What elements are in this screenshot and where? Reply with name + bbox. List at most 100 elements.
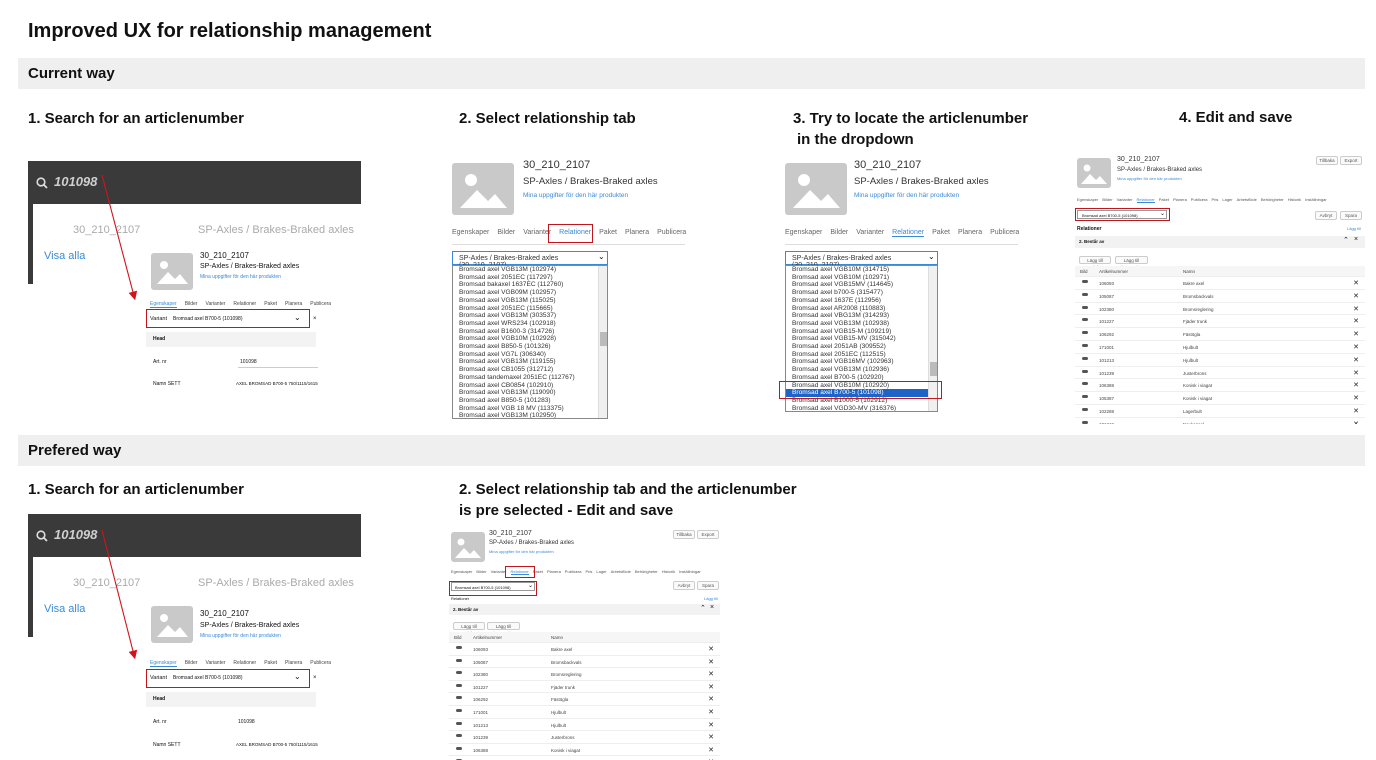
spara-button[interactable]: Spara	[697, 581, 719, 590]
tab-varianter[interactable]: Varianter	[856, 229, 884, 236]
tab-item[interactable]: Bilder	[1102, 197, 1112, 202]
remove-row-icon[interactable]: ✕	[1353, 356, 1359, 364]
avbryt-button[interactable]: Avbryt	[673, 581, 695, 590]
scrollbar[interactable]	[598, 266, 607, 418]
tab-item[interactable]: Historik	[1288, 197, 1301, 202]
dropdown-option[interactable]: Bromsad axel VGB13M (119090)	[453, 389, 607, 397]
tab-item[interactable]: Inställningar	[1305, 197, 1327, 202]
remove-row-icon[interactable]: ✕	[1353, 343, 1359, 351]
tab-planera[interactable]: Planera	[958, 229, 982, 236]
tab-item[interactable]: Egenskaper	[1077, 197, 1098, 202]
dropdown-option[interactable]: Bromsad axel VGB10M (102971)	[786, 274, 937, 282]
tab-bilder[interactable]: Bilder	[497, 229, 515, 236]
tab-item[interactable]: Publicera	[1191, 197, 1208, 202]
tab-publicera[interactable]: Publicera	[657, 229, 686, 236]
tab-item[interactable]: Lager	[1222, 197, 1232, 202]
tab-item[interactable]: Planera	[547, 569, 561, 574]
remove-row-icon[interactable]: ✕	[708, 695, 714, 703]
dropdown-option[interactable]: Bromsad axel VGD30-MV (316376)	[786, 405, 937, 411]
add-product-button[interactable]: Lägg till produkter	[453, 622, 485, 636]
dropdown-option[interactable]: Bromsad axel B850-5 (101326)	[453, 343, 607, 351]
remove-row-icon[interactable]: ✕	[708, 721, 714, 729]
export-button[interactable]: Export	[1340, 156, 1362, 165]
tab-item[interactable]: Lager	[596, 569, 606, 574]
tab-item[interactable]: Varianter	[1117, 197, 1133, 202]
dropdown-option[interactable]: Bromsad axel VGB13M (115025)	[453, 297, 607, 305]
dropdown-option[interactable]: Bromsad axel VGB13M (102974)	[453, 266, 607, 274]
remove-row-icon[interactable]: ✕	[708, 683, 714, 691]
remove-row-icon[interactable]: ✕	[708, 708, 714, 716]
tab-paket[interactable]: Paket	[599, 229, 617, 236]
tab-item[interactable]: Historik	[662, 569, 675, 574]
remove-row-icon[interactable]: ✕	[1353, 420, 1359, 424]
tab-item[interactable]: Behörigheter	[1261, 197, 1284, 202]
remove-row-icon[interactable]: ✕	[708, 658, 714, 666]
dropdown-option[interactable]: Bromsad axel WRS234 (102918)	[453, 320, 607, 328]
tab-item[interactable]: Arbetsflöde	[611, 569, 631, 574]
dropdown-option[interactable]: Bromsad axel VGB13M (102950)	[453, 412, 607, 418]
tab-item[interactable]: Pris	[585, 569, 592, 574]
tab-item[interactable]: Inställningar	[679, 569, 701, 574]
dropdown-option[interactable]: Bromsad axel VBG13M (314293)	[786, 312, 937, 320]
product-link[interactable]: Mina uppgifter för den här produkten	[1117, 176, 1182, 181]
tab-publicera[interactable]: Publicera	[990, 229, 1019, 236]
variant-dropdown-list[interactable]: Bromsad axel VGB13M (102974) Bromsad axel…	[452, 265, 608, 419]
remove-row-icon[interactable]: ✕	[708, 645, 714, 653]
dropdown-option[interactable]: Bromsad axel VGB10M (314715)	[786, 266, 937, 274]
tab-item[interactable]: Paket	[1159, 197, 1169, 202]
remove-row-icon[interactable]: ✕	[708, 733, 714, 741]
tab-item[interactable]: Bilder	[476, 569, 486, 574]
dropdown-option[interactable]: Bromsad axel 2051EC (112515)	[786, 351, 937, 359]
tab-item[interactable]: Pris	[1211, 197, 1218, 202]
dropdown-option[interactable]: Bromsad axel 1637E (112956)	[786, 297, 937, 305]
tab-planera[interactable]: Planera	[625, 229, 649, 236]
tab-item[interactable]: Planera	[1173, 197, 1187, 202]
tab-item[interactable]: Egenskaper	[451, 569, 472, 574]
remove-row-icon[interactable]: ✕	[708, 670, 714, 678]
add-category-button[interactable]: Lägg till kategorier	[1115, 256, 1148, 270]
dropdown-option[interactable]: Bromsad axel B1600-3 (314726)	[453, 328, 607, 336]
product-link[interactable]: Mina uppgifter för den här produkten	[489, 549, 554, 554]
tab-varianter[interactable]: Varianter	[523, 229, 551, 236]
remove-row-icon[interactable]: ✕	[708, 746, 714, 754]
dropdown-option[interactable]: Bromsad axel VGB16MV (102963)	[786, 358, 937, 366]
dropdown-option[interactable]: Bromsad axel CB1055 (312712)	[453, 366, 607, 374]
tab-egenskaper[interactable]: Egenskaper	[452, 229, 489, 236]
remove-row-icon[interactable]: ✕	[1353, 292, 1359, 300]
dropdown-option[interactable]: Bromsad axel 2051EC (115665)	[453, 305, 607, 313]
dropdown-option[interactable]: Bromsad axel b700-5 (315477)	[786, 289, 937, 297]
lagg-till-link[interactable]: Lägg till	[704, 596, 718, 601]
remove-row-icon[interactable]: ✕	[1353, 330, 1359, 338]
dropdown-option[interactable]: Bromsad axel VGB 18 MV (113375)	[453, 405, 607, 413]
tab-paket[interactable]: Paket	[932, 229, 950, 236]
add-product-button[interactable]: Lägg till produkter	[1079, 256, 1111, 270]
variant-dropdown[interactable]: SP-Axles / Brakes-Braked axles (30_210_2…	[785, 251, 938, 269]
avbryt-button[interactable]: Avbryt	[1315, 211, 1337, 220]
tillbaka-button[interactable]: Tillbaka	[1316, 156, 1338, 165]
remove-row-icon[interactable]: ✕	[1353, 394, 1359, 402]
tillbaka-button[interactable]: Tillbaka	[673, 530, 695, 539]
dropdown-option[interactable]: Bromsad axel VGB13M (102936)	[786, 366, 937, 374]
chevron-up-icon[interactable]: ⌃	[1343, 236, 1349, 244]
tab-item[interactable]: Publicera	[565, 569, 582, 574]
dropdown-option[interactable]: Bromsad axel VGB13M (102938)	[786, 320, 937, 328]
dropdown-option[interactable]: Bromsad axel VGB13M (303537)	[453, 312, 607, 320]
export-button[interactable]: Export	[697, 530, 719, 539]
tab-item[interactable]: Relationer	[1136, 197, 1155, 203]
remove-row-icon[interactable]: ✕	[1353, 381, 1359, 389]
close-icon[interactable]: ×	[710, 604, 714, 611]
remove-row-icon[interactable]: ✕	[1353, 305, 1359, 313]
dropdown-option[interactable]: Bromsad axel VGB13M (119155)	[453, 358, 607, 366]
remove-row-icon[interactable]: ✕	[1353, 407, 1359, 415]
remove-row-icon[interactable]: ✕	[1353, 317, 1359, 325]
dropdown-option[interactable]: Bromsad bakaxel 1637EC (112760)	[453, 281, 607, 289]
dropdown-option[interactable]: Bromsad axel VGB15-M (109219)	[786, 328, 937, 336]
remove-row-icon[interactable]: ✕	[1353, 369, 1359, 377]
dropdown-option[interactable]: Bromsad axel 2051AB (309552)	[786, 343, 937, 351]
product-link[interactable]: Mina uppgifter för den här produkten	[854, 192, 959, 199]
tab-egenskaper[interactable]: Egenskaper	[785, 229, 822, 236]
dropdown-option[interactable]: Bromsad axel VGB09M (102957)	[453, 289, 607, 297]
dropdown-option[interactable]: Bromsad axel VGB15MV (114645)	[786, 281, 937, 289]
dropdown-option[interactable]: Bromsad axel VGB15-MV (315042)	[786, 335, 937, 343]
chevron-up-icon[interactable]: ⌃	[700, 604, 706, 612]
